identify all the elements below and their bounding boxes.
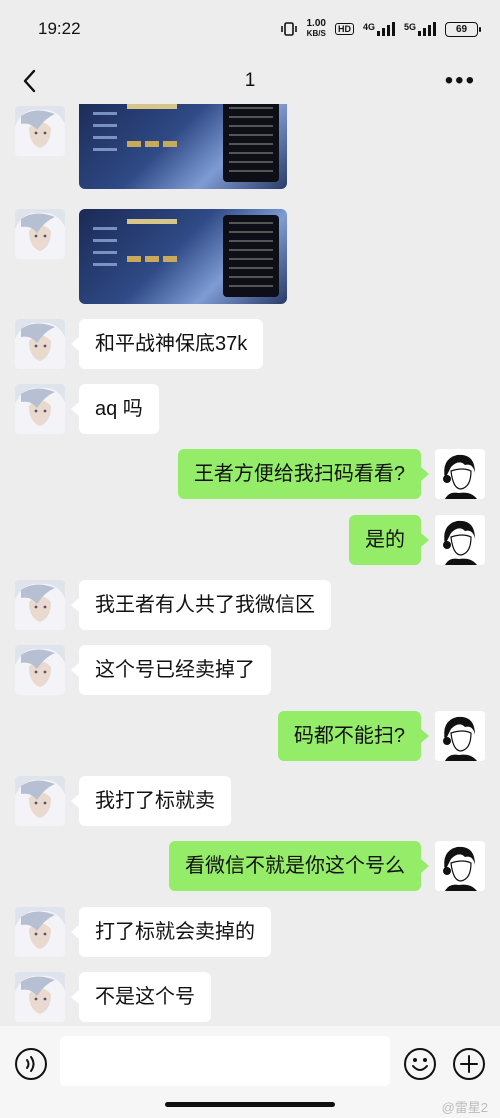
contact-avatar[interactable] [15,776,65,826]
my-avatar[interactable] [435,841,485,891]
message-row: 不是这个号 [0,972,500,1024]
outgoing-message-bubble[interactable]: 看微信不就是你这个号么 [169,841,429,891]
message-input[interactable] [60,1036,390,1086]
contact-avatar[interactable] [15,580,65,630]
message-row: 王者方便给我扫码看看? [0,449,500,501]
contact-avatar[interactable] [15,907,65,957]
plus-icon[interactable] [452,1047,486,1081]
input-bar: @雷星2 [0,1026,500,1118]
incoming-message-bubble[interactable]: 打了标就会卖掉的 [71,907,271,957]
hd-badge: HD [334,23,354,35]
contact-avatar[interactable] [15,209,65,259]
back-arrow-icon[interactable] [20,66,40,96]
contact-avatar[interactable] [15,106,65,156]
message-row [0,209,500,309]
battery-icon: 69 [445,21,481,37]
signal-4g-label: 4G [362,22,375,32]
message-row: 打了标就会卖掉的 [0,907,500,959]
status-time: 19:22 [38,19,81,38]
contact-avatar[interactable] [15,384,65,434]
image-message[interactable] [79,209,287,304]
outgoing-message-bubble[interactable]: 码都不能扫? [277,711,430,761]
network-speed: 1.00 KB/S [307,19,326,39]
message-row: 和平战神保底37k [0,319,500,371]
my-avatar[interactable] [435,515,485,565]
contact-avatar[interactable] [15,319,65,369]
home-indicator[interactable] [165,1102,335,1107]
message-row: aq 吗 [0,384,500,436]
network-speed-unit: KB/S [306,29,326,38]
network-speed-value: 1.00 [306,18,326,29]
incoming-message-bubble[interactable]: 这个号已经卖掉了 [71,645,271,695]
signal-4g-icon: 4G [363,22,395,36]
vibrate-icon [280,22,297,36]
contact-avatar[interactable] [15,645,65,695]
battery-level: 69 [455,23,468,35]
watermark: @雷星2 [441,1100,488,1115]
incoming-message-bubble[interactable]: aq 吗 [71,384,159,434]
my-avatar[interactable] [435,711,485,761]
outgoing-message-bubble[interactable]: 王者方便给我扫码看看? [177,449,430,499]
signal-5g-icon: 5G [404,22,436,36]
chat-title: 1 [244,70,256,91]
message-row: 这个号已经卖掉了 [0,645,500,697]
message-row [0,104,500,206]
incoming-message-bubble[interactable]: 和平战神保底37k [70,319,264,369]
message-row: 我打了标就卖 [0,776,500,828]
more-icon[interactable]: ••• [445,66,476,96]
message-row: 是的 [0,515,500,567]
message-row: 看微信不就是你这个号么 [0,841,500,893]
incoming-message-bubble[interactable]: 不是这个号 [71,972,211,1022]
message-list[interactable]: 和平战神保底37k aq 吗 王者方便给我扫码看看? 是的 我王者有人共了我微信… [0,104,500,1026]
incoming-message-bubble[interactable]: 我王者有人共了我微信区 [71,580,331,630]
chat-header: 1 ••• [0,58,500,104]
status-indicators: 1.00 KB/S HD 4G 5G 69 [280,19,481,39]
my-avatar[interactable] [435,449,485,499]
emoji-icon[interactable] [403,1047,437,1081]
voice-icon[interactable] [14,1047,48,1081]
signal-5g-label: 5G [403,22,416,32]
incoming-message-bubble[interactable]: 我打了标就卖 [71,776,231,826]
outgoing-message-bubble[interactable]: 是的 [349,515,429,565]
status-bar: 19:22 1.00 KB/S HD 4G 5G 69 [0,0,500,58]
message-row: 码都不能扫? [0,711,500,763]
contact-avatar[interactable] [15,972,65,1022]
image-message[interactable] [79,104,287,189]
message-row: 我王者有人共了我微信区 [0,580,500,632]
